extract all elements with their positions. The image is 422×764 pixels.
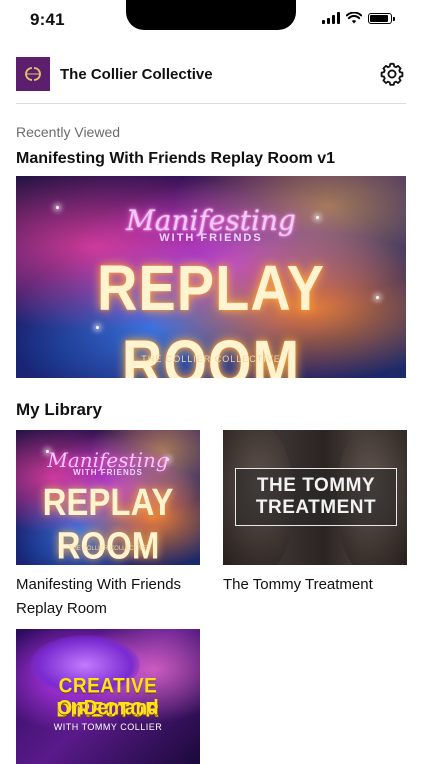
status-icons bbox=[322, 12, 395, 24]
thumbnail-title-box: THE TOMMY TREATMENT bbox=[235, 468, 397, 526]
status-time: 9:41 bbox=[30, 10, 65, 29]
device-notch bbox=[126, 0, 296, 30]
featured-title[interactable]: Manifesting With Friends Replay Room v1 bbox=[16, 150, 335, 168]
library-item-title[interactable]: The Tommy Treatment bbox=[223, 573, 407, 597]
collier-logo-icon bbox=[16, 57, 50, 91]
settings-button[interactable] bbox=[378, 60, 406, 88]
featured-thumbnail[interactable]: Manifesting WITH FRIENDS REPLAY ROOM THE… bbox=[16, 176, 406, 378]
library-item[interactable]: THE TOMMY TREATMENT The Tommy Treatment bbox=[223, 430, 407, 597]
thumbnail-brand: THE COLLIER COLLECTIVE bbox=[68, 546, 148, 552]
battery-icon bbox=[368, 12, 395, 24]
app-header: The Collier Collective bbox=[16, 56, 406, 92]
library-item-thumbnail[interactable]: THE TOMMY TREATMENT bbox=[223, 430, 407, 565]
library-item[interactable]: Manifesting WITH FRIENDS REPLAY ROOM THE… bbox=[16, 430, 200, 621]
brand-name: The Collier Collective bbox=[60, 65, 213, 83]
thumbnail-line2: TREATMENT bbox=[255, 497, 377, 518]
gear-icon bbox=[380, 62, 404, 86]
thumbnail-brand: THE COLLIER COLLECTIVE bbox=[141, 354, 281, 364]
library-item-title[interactable]: Manifesting With Friends Replay Room bbox=[16, 573, 200, 621]
wifi-icon bbox=[346, 12, 362, 24]
library-heading: My Library bbox=[16, 400, 102, 419]
header-divider bbox=[16, 103, 406, 104]
thumbnail-line2: OnDemand bbox=[57, 696, 159, 720]
library-item-thumbnail[interactable]: Manifesting WITH FRIENDS REPLAY ROOM THE… bbox=[16, 430, 200, 565]
library-item[interactable]: CREATIVE DIRECTOR OnDemand WITH TOMMY CO… bbox=[16, 629, 200, 764]
thumbnail-line2: WITH FRIENDS bbox=[159, 232, 263, 244]
status-bar: 9:41 bbox=[0, 0, 422, 44]
recently-viewed-label: Recently Viewed bbox=[16, 124, 121, 140]
thumbnail-line3: REPLAY ROOM bbox=[42, 480, 174, 565]
thumbnail-line1: THE TOMMY bbox=[256, 475, 376, 496]
thumbnail-line2: WITH FRIENDS bbox=[73, 468, 143, 477]
library-item-thumbnail[interactable]: CREATIVE DIRECTOR OnDemand WITH TOMMY CO… bbox=[16, 629, 200, 764]
cellular-signal-icon bbox=[322, 12, 340, 24]
thumbnail-line3: WITH TOMMY COLLIER bbox=[53, 722, 163, 732]
